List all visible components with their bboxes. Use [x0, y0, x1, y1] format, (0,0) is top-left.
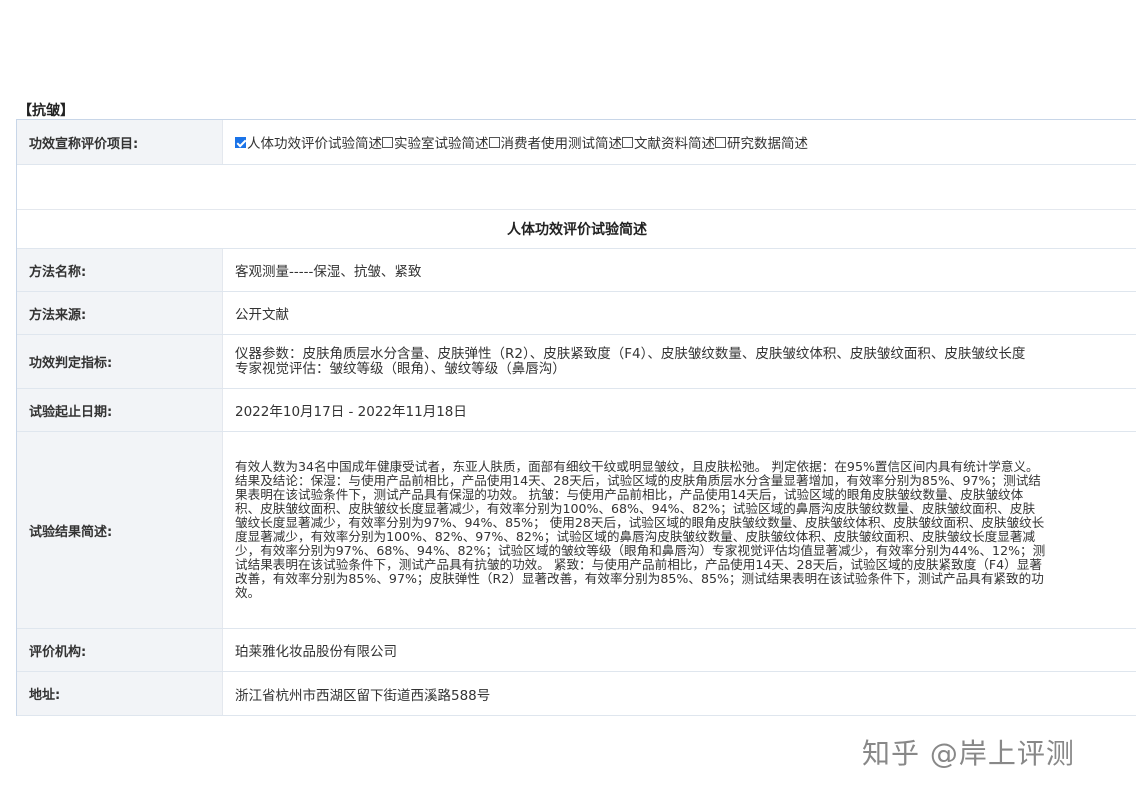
dates-value: 2022年10月17日 - 2022年11月18日 [223, 389, 1136, 431]
claim-option-label: 实验室试验简述 [394, 136, 489, 152]
indicators-label: 功效判定指标: [17, 335, 223, 388]
claim-option-label: 消费者使用测试简述 [500, 136, 623, 152]
results-label: 试验结果简述: [17, 432, 223, 628]
institution-value: 珀莱雅化妆品股份有限公司 [223, 629, 1136, 671]
dates-label: 试验起止日期: [17, 389, 223, 431]
method-name-label: 方法名称: [17, 249, 223, 291]
watermark: 知乎 @岸上评测 [862, 737, 1075, 770]
claim-option[interactable]: 消费者使用测试简述 [488, 132, 623, 152]
method-source-label: 方法来源: [17, 292, 223, 334]
claim-option[interactable]: 文献资料简述 [622, 132, 715, 152]
checkbox-icon[interactable] [382, 136, 393, 148]
address-value: 浙江省杭州市西湖区留下街道西溪路588号 [223, 672, 1136, 715]
method-name-row: 方法名称: 客观测量-----保湿、抗皱、紧致 [17, 249, 1136, 292]
claim-option[interactable]: 研究数据简述 [715, 132, 808, 152]
institution-label: 评价机构: [17, 629, 223, 671]
claim-option[interactable]: 人体功效评价试验简述 [235, 132, 382, 152]
indicators-value: 仪器参数：皮肤角质层水分含量、皮肤弹性（R2）、皮肤紧致度（F4）、皮肤皱纹数量… [223, 335, 1136, 388]
claim-options: 人体功效评价试验简述 实验室试验简述 消费者使用测试简述 文献资料简述 研究数据简述 [223, 120, 1136, 164]
section-title: 【抗皱】 [18, 103, 74, 119]
indicators-row: 功效判定指标: 仪器参数：皮肤角质层水分含量、皮肤弹性（R2）、皮肤紧致度（F4… [17, 335, 1136, 389]
method-name-value: 客观测量-----保湿、抗皱、紧致 [223, 249, 1136, 291]
subheader: 人体功效评价试验简述 [17, 210, 1136, 249]
claim-label: 功效宣称评价项目: [17, 120, 223, 164]
checkbox-icon[interactable] [488, 136, 500, 148]
institution-row: 评价机构: 珀莱雅化妆品股份有限公司 [17, 629, 1136, 672]
claim-option-label: 研究数据简述 [727, 136, 808, 152]
address-label: 地址: [17, 672, 223, 715]
claim-option-label: 人体功效评价试验简述 [247, 136, 382, 152]
method-source-row: 方法来源: 公开文献 [17, 292, 1136, 335]
address-row: 地址: 浙江省杭州市西湖区留下街道西溪路588号 [17, 672, 1136, 716]
efficacy-table: 功效宣称评价项目: 人体功效评价试验简述 实验室试验简述 消费者使用测试简述 文献资料… [16, 119, 1136, 716]
claim-row: 功效宣称评价项目: 人体功效评价试验简述 实验室试验简述 消费者使用测试简述 文献资料… [17, 120, 1136, 165]
results-row: 试验结果简述: 有效人数为34名中国成年健康受试者，东亚人肤质，面部有细纹干纹或… [17, 432, 1136, 629]
results-value: 有效人数为34名中国成年健康受试者，东亚人肤质，面部有细纹干纹或明显皱纹，且皮肤… [223, 432, 1136, 628]
claim-option-label: 文献资料简述 [634, 136, 715, 152]
dates-row: 试验起止日期: 2022年10月17日 - 2022年11月18日 [17, 389, 1136, 432]
claim-option[interactable]: 实验室试验简述 [382, 132, 489, 152]
checkbox-checked-icon[interactable] [235, 136, 246, 148]
method-source-value: 公开文献 [223, 292, 1136, 334]
checkbox-icon[interactable] [715, 136, 726, 148]
checkbox-icon[interactable] [622, 136, 633, 148]
blank-row [17, 165, 1136, 210]
